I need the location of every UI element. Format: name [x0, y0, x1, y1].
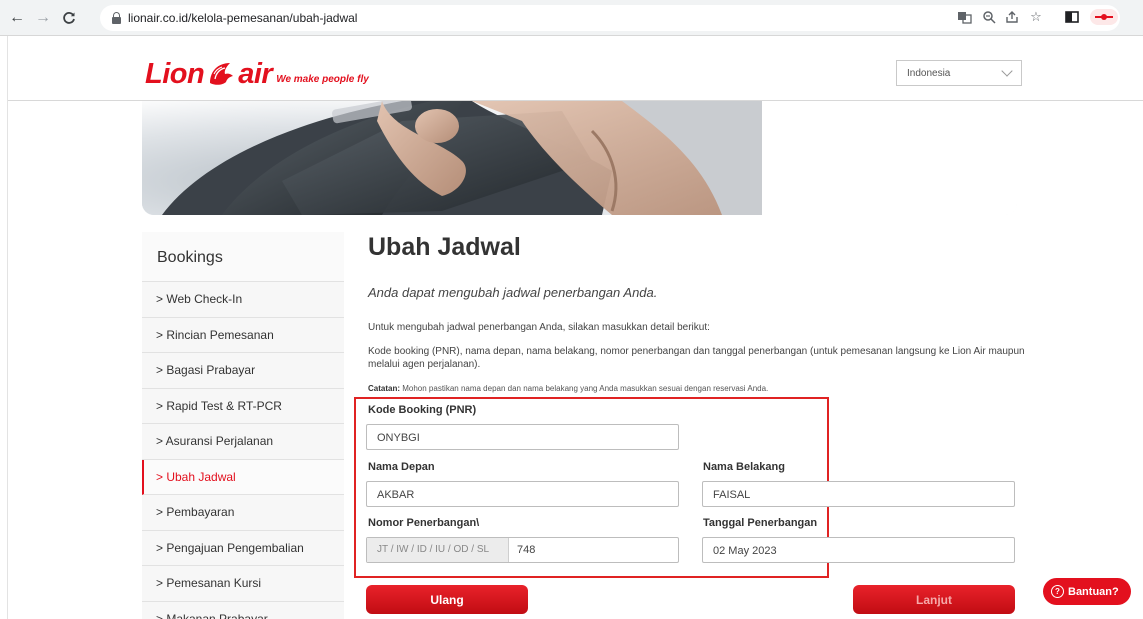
sidebar-item-rapid-test[interactable]: > Rapid Test & RT-PCR [142, 388, 344, 424]
pnr-label: Kode Booking (PNR) [368, 404, 477, 416]
bookings-sidebar: Bookings > Web Check-In > Rincian Pemesa… [142, 232, 344, 619]
sidebar-item-asuransi-perjalanan[interactable]: > Asuransi Perjalanan [142, 424, 344, 460]
sidebar-item-ubah-jadwal[interactable]: > Ubah Jadwal [142, 459, 344, 495]
sidebar-item-makanan-prabayar[interactable]: > Makanan Prabayar [142, 601, 344, 619]
url-text: lionair.co.id/kelola-pemesanan/ubah-jadw… [128, 11, 358, 25]
chevron-down-icon [1001, 65, 1013, 77]
bookmark-star-icon[interactable]: ☆ [1027, 8, 1045, 26]
share-icon[interactable] [1003, 8, 1021, 26]
sidepanel-icon[interactable] [1063, 8, 1081, 26]
sidebar-item-pembayaran[interactable]: > Pembayaran [142, 495, 344, 531]
logo-tagline: We make people fly [276, 73, 369, 85]
flight-number-label: Nomor Penerbangan\ [368, 517, 480, 529]
language-value: Indonesia [907, 68, 951, 79]
note-text: Catatan: Mohon pastikan nama depan dan n… [368, 384, 768, 393]
last-name-input[interactable]: FAISAL [702, 481, 1015, 507]
sidebar-title: Bookings [142, 232, 344, 282]
sidebar-item-pengajuan-pengembalian[interactable]: > Pengajuan Pengembalian [142, 530, 344, 566]
last-name-label: Nama Belakang [703, 461, 785, 473]
first-name-input[interactable]: AKBAR [366, 481, 679, 507]
reset-button[interactable]: Ulang [366, 585, 528, 614]
intro-text: Untuk mengubah jadwal penerbangan Anda, … [368, 322, 710, 333]
lion-emblem-icon [210, 63, 234, 85]
back-icon[interactable]: ← [6, 7, 28, 29]
intro-detail-text: Kode booking (PNR), nama depan, nama bel… [368, 346, 1025, 370]
flight-date-label: Tanggal Penerbangan [703, 517, 818, 529]
pnr-input[interactable]: ONYBGI [366, 424, 679, 450]
translate-icon[interactable] [955, 8, 973, 26]
flight-number-value: 748 [517, 544, 536, 556]
help-button[interactable]: ? Bantuan? [1043, 578, 1131, 605]
extension-icon[interactable] [1089, 8, 1119, 26]
first-name-value: AKBAR [377, 489, 415, 501]
help-label: Bantuan? [1068, 585, 1119, 598]
lock-icon [112, 12, 121, 24]
page-subtitle: Anda dapat mengubah jadwal penerbangan A… [368, 285, 658, 300]
airline-code-prefix: JT / IW / ID / IU / OD / SL [367, 538, 509, 562]
logo-text-right: air [238, 57, 273, 90]
first-name-label: Nama Depan [368, 461, 435, 473]
flight-number-input[interactable]: JT / IW / ID / IU / OD / SL 748 [366, 537, 679, 563]
sidebar-item-web-check-in[interactable]: > Web Check-In [142, 282, 344, 318]
flight-date-value: 02 May 2023 [713, 545, 777, 557]
sidebar-item-pemesanan-kursi[interactable]: > Pemesanan Kursi [142, 566, 344, 602]
page-left-border [7, 36, 8, 619]
forward-icon[interactable]: → [32, 7, 54, 29]
hero-banner [142, 101, 1017, 215]
sidebar-item-bagasi-prabayar[interactable]: > Bagasi Prabayar [142, 353, 344, 389]
note-body: Mohon pastikan nama depan dan nama belak… [400, 384, 769, 393]
hero-image [142, 101, 1017, 215]
zoom-icon[interactable] [980, 8, 998, 26]
question-icon: ? [1051, 585, 1064, 598]
next-button[interactable]: Lanjut [853, 585, 1015, 614]
logo-text-left: Lion [145, 57, 205, 90]
last-name-value: FAISAL [713, 489, 751, 501]
lion-air-logo[interactable]: Lion air We make people fly [145, 54, 369, 94]
note-label: Catatan: [368, 384, 401, 393]
page-title: Ubah Jadwal [368, 233, 521, 261]
browser-toolbar: ← → lionair.co.id/kelola-pemesanan/ubah-… [0, 0, 1143, 36]
flight-date-input[interactable]: 02 May 2023 [702, 537, 1015, 563]
language-select[interactable]: Indonesia [896, 60, 1022, 86]
pnr-value: ONYBGI [377, 432, 420, 444]
reload-icon[interactable] [58, 7, 80, 29]
sidebar-item-rincian-pemesanan[interactable]: > Rincian Pemesanan [142, 317, 344, 353]
